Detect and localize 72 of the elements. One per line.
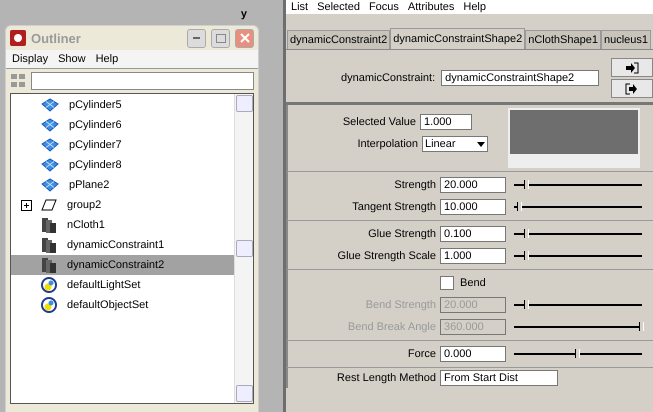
scroll-thumb[interactable] [236,240,252,257]
arrow-in-icon [625,62,639,74]
expand-icon[interactable] [20,200,32,210]
input-field[interactable]: 10.000 [440,199,506,215]
field-label: Tangent Strength [351,201,437,213]
menu-item[interactable]: Focus [368,1,399,13]
mesh-icon [41,98,59,112]
input-field[interactable]: 0.000 [440,346,506,362]
load-button[interactable] [611,58,653,77]
set-icon [41,297,57,313]
input-field[interactable]: 1.000 [420,114,472,130]
field-label: Bend Break Angle [346,321,437,333]
arrow-out-icon [625,82,639,94]
checkbox-label: Bend [460,277,486,289]
outliner-item[interactable]: pCylinder6 [11,115,234,135]
tab[interactable]: nClothShape1 [525,30,601,49]
menu-item[interactable]: Help [463,1,486,13]
maximize-button[interactable] [211,28,230,48]
menu-item[interactable]: Help [96,53,118,65]
field-label: Bend Strength [364,299,437,311]
input-field[interactable]: 1.000 [440,248,506,264]
outliner-item[interactable]: defaultLightSet [11,275,234,295]
parallelogram-icon [41,199,57,211]
window-title: Outliner [31,30,82,46]
cloth-icon [41,256,57,274]
search-field[interactable] [31,72,254,90]
menu-item[interactable]: Show [58,53,86,65]
field-label: Rest Length Method [336,372,437,384]
input-field[interactable]: dynamicConstraintShape2 [441,70,599,86]
dropdown[interactable]: Linear [422,136,488,152]
minimize-button[interactable] [187,28,206,48]
outliner-item[interactable]: pCylinder7 [11,135,234,155]
mesh-icon [41,178,59,192]
outliner-item[interactable]: dynamicConstraint2 [11,255,234,275]
menu-item[interactable]: Selected [317,1,360,13]
outliner-item[interactable]: defaultObjectSet [11,295,234,315]
input-field[interactable]: 20.000 [440,177,506,193]
outliner-item[interactable]: group2 [11,195,234,215]
outliner-item[interactable]: pPlane2 [11,175,234,195]
close-icon [240,33,250,43]
field-label: Glue Strength [367,228,437,240]
set-icon [41,277,57,293]
field-label: Strength [393,179,437,191]
outliner-item[interactable]: nCloth1 [11,215,234,235]
checkbox[interactable] [440,276,454,290]
field-label: Force [406,348,437,360]
input-field[interactable]: 0.100 [440,226,506,242]
minimize-icon [193,36,200,40]
cloth-icon [41,216,57,234]
outliner-item[interactable]: pCylinder8 [11,155,234,175]
mesh-icon [41,138,59,152]
tab[interactable]: dynamicConstraintShape2 [390,28,526,49]
outliner-item[interactable]: pCylinder5 [11,95,234,115]
axis-label: y [240,8,247,20]
field-label: dynamicConstraint: [341,72,436,84]
app-logo-icon [10,30,26,46]
maximize-icon [216,34,226,42]
cloth-icon [41,236,57,254]
menu-item[interactable]: Attributes [408,1,454,13]
menu-item[interactable]: Display [12,53,48,65]
outliner-item[interactable]: dynamicConstraint1 [11,235,234,255]
export-button[interactable] [611,79,653,98]
field-label: Selected Value [342,116,416,128]
tab[interactable]: nucleus1 [600,30,652,49]
caret-icon [477,142,485,146]
field-label: Interpolation [357,138,418,150]
menu-item[interactable]: List [291,1,308,13]
mesh-icon [41,158,59,172]
tab[interactable]: dynamicConstraint2 [287,30,390,49]
mesh-icon [41,118,59,132]
dropdown[interactable]: From Start Dist [440,370,558,386]
field-label: Glue Strength Scale [336,250,437,262]
